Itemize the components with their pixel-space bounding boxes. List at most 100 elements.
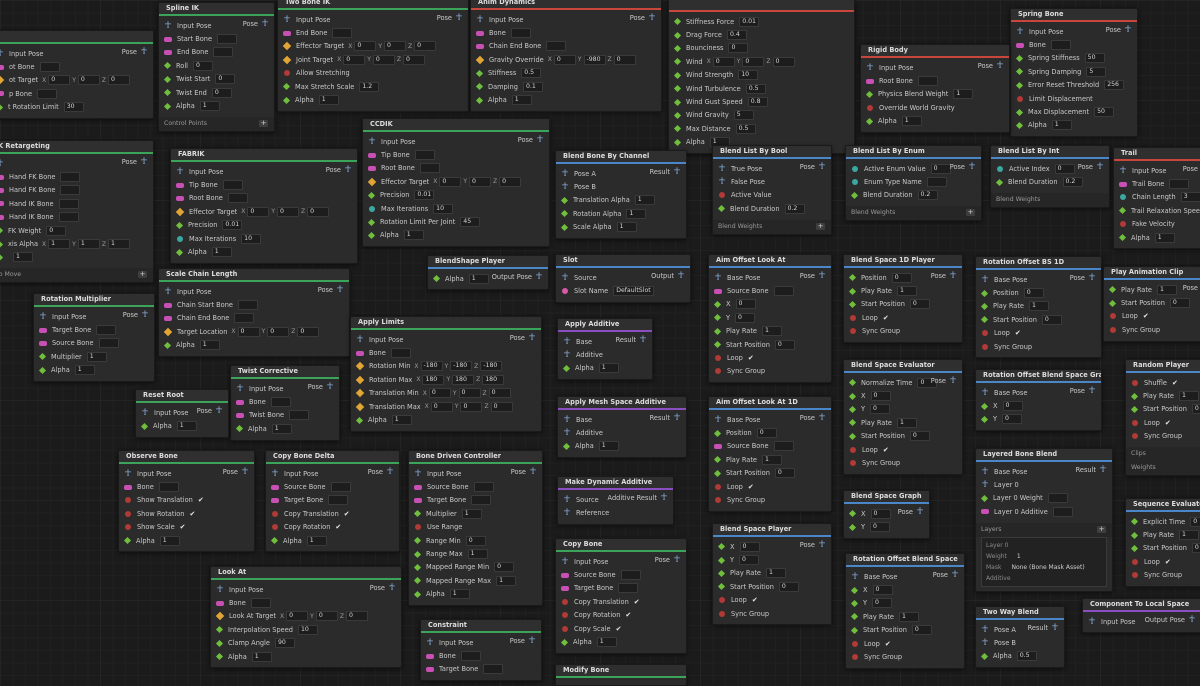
input-pin-row[interactable]: Play Rate 1 <box>709 325 831 338</box>
bool-pin-icon[interactable] <box>1110 313 1116 320</box>
pose-pin-icon[interactable]: ☥ <box>236 384 244 393</box>
bone-field[interactable] <box>419 163 440 174</box>
output-pin[interactable]: Pose☥ <box>437 14 463 23</box>
bone-pin-icon[interactable] <box>0 64 4 70</box>
pose-pin-icon[interactable]: ☥ <box>356 335 364 344</box>
input-pin-row[interactable]: Bone <box>231 395 339 408</box>
float-pin-icon[interactable] <box>848 300 857 309</box>
input-pin-row[interactable]: Translation Min X 0 Y 0 Z 0 <box>351 387 541 400</box>
number-field[interactable]: 0 <box>499 176 522 187</box>
checkbox-checked-icon[interactable]: ✔ <box>1165 419 1171 427</box>
input-pin-row[interactable]: Show Scale ✔ <box>119 521 254 534</box>
layer-value[interactable]: 1 <box>1017 551 1021 562</box>
float-pin-icon[interactable] <box>1015 54 1024 63</box>
checkbox-checked-icon[interactable]: ✔ <box>634 598 640 606</box>
float-pin-icon[interactable] <box>980 289 989 297</box>
input-pin-row[interactable]: Start Position 0 <box>844 298 962 311</box>
input-pin-row[interactable]: Trail Bone <box>1114 177 1200 190</box>
pose-pin-icon[interactable]: ☥ <box>124 469 132 478</box>
value-field[interactable]: 0 <box>911 625 932 636</box>
node-title[interactable]: Rotation Offset Blend Space <box>846 554 964 567</box>
node-title[interactable]: Component To Local Space <box>1083 599 1200 612</box>
bool-pin-icon[interactable] <box>867 104 873 111</box>
input-pin-row[interactable]: Sync Group <box>709 365 831 378</box>
input-pin-row[interactable]: Bounciness 0 <box>669 42 854 55</box>
pose-pin-icon[interactable]: ☥ <box>561 183 569 192</box>
input-pin-row[interactable]: FK Weight 0 <box>0 224 153 237</box>
value-field[interactable]: 0.5 <box>1016 651 1037 662</box>
number-field[interactable]: 0 <box>108 75 131 86</box>
pose-pin-icon[interactable]: ☥ <box>563 415 571 424</box>
number-field[interactable]: 0 <box>613 54 636 65</box>
value-field[interactable]: 0 <box>870 522 891 533</box>
input-pin-row[interactable]: Position 0 <box>976 286 1101 299</box>
float-pin-icon[interactable] <box>38 353 47 361</box>
pose-pin-icon[interactable]: ☥ <box>648 14 656 23</box>
int-pin-icon[interactable] <box>997 165 1003 172</box>
input-pin-row[interactable]: Start Position 0 <box>1104 296 1200 309</box>
input-pin-row[interactable]: Max Distance 0.5 <box>669 122 854 135</box>
input-pin-row[interactable]: Y0 <box>846 597 964 610</box>
input-pin-row[interactable]: Target Bone <box>556 582 686 595</box>
pose-pin-icon[interactable]: ☥ <box>818 541 826 550</box>
bone-field[interactable] <box>618 583 639 594</box>
bone-pin-icon[interactable] <box>271 497 279 503</box>
input-pin-row[interactable]: Sync Group <box>1104 323 1200 336</box>
pose-pin-icon[interactable]: ☥ <box>164 287 172 296</box>
vector-pin-icon[interactable] <box>215 612 225 621</box>
graph-node[interactable]: Observe Bone Pose ☥ ☥ Input Pose Bone Show Tra… <box>118 450 255 553</box>
number-field[interactable]: 0 <box>772 56 795 67</box>
bone-field[interactable] <box>58 212 79 223</box>
number-field[interactable]: 1 <box>48 239 71 250</box>
graph-node[interactable]: Slot Output ☥ ☥ Source Slot Name DefaultSlot <box>555 254 691 303</box>
input-pin-row[interactable]: Play Rate 1 <box>844 284 962 297</box>
input-pin-row[interactable]: Position 0 <box>709 426 831 439</box>
bool-pin-icon[interactable] <box>850 314 856 321</box>
bone-pin-icon[interactable] <box>561 585 569 591</box>
output-pin[interactable]: Pose☥ <box>931 272 957 281</box>
node-title[interactable]: Twist Corrective <box>231 366 339 379</box>
value-field[interactable]: 1 <box>896 286 917 297</box>
output-pin[interactable]: Pose☥ <box>1078 163 1104 172</box>
node-title[interactable]: Rotation Offset Blend Space Graph <box>976 370 1101 383</box>
checkbox-checked-icon[interactable]: ✔ <box>1143 312 1149 320</box>
input-pin-row[interactable]: Blend Duration 0.2 <box>846 189 981 202</box>
value-field[interactable]: 1 <box>1156 284 1177 295</box>
value-field[interactable]: 5 <box>1086 66 1107 77</box>
vector-field[interactable]: X0Y0Z0 <box>348 41 437 52</box>
node-title[interactable]: Two Bone IK <box>278 0 468 10</box>
bone-field[interactable] <box>483 664 504 675</box>
input-pin-row[interactable]: Stiffness Force 0.01 <box>669 15 854 28</box>
float-pin-icon[interactable] <box>1118 207 1127 215</box>
float-pin-icon[interactable] <box>215 653 224 661</box>
bool-pin-icon[interactable] <box>272 510 278 517</box>
number-field[interactable]: 0 <box>553 54 576 65</box>
input-pin-row[interactable]: Play Rate 1 <box>709 453 831 466</box>
float-pin-icon[interactable] <box>413 550 422 558</box>
value-field[interactable]: 0 <box>465 535 486 546</box>
float-pin-icon[interactable] <box>367 191 376 199</box>
input-pin-row[interactable]: Bone <box>119 480 254 493</box>
checkbox-checked-icon[interactable]: ✔ <box>883 314 889 322</box>
node-title[interactable]: K Retargeting <box>0 141 153 154</box>
pose-pin-icon[interactable]: ☥ <box>1099 466 1107 475</box>
input-pin-row[interactable]: Copy Rotation ✔ <box>266 521 399 534</box>
output-pin[interactable]: Pose☥ <box>122 158 148 167</box>
float-pin-icon[interactable] <box>175 248 184 256</box>
input-pin-row[interactable]: Alpha 1 <box>159 339 349 352</box>
float-pin-icon[interactable] <box>980 316 989 324</box>
pose-pin-icon[interactable]: ☥ <box>215 407 223 416</box>
bone-pin-icon[interactable] <box>176 195 184 201</box>
value-field[interactable]: 1 <box>306 535 327 546</box>
bone-field[interactable] <box>473 482 494 493</box>
bone-pin-icon[interactable] <box>368 165 376 171</box>
pose-pin-icon[interactable]: ☥ <box>528 637 536 646</box>
node-title[interactable]: Rigid Body <box>861 45 1009 58</box>
vector-field[interactable]: X0Y0Z0 <box>241 206 330 217</box>
pose-pin-icon[interactable]: ☥ <box>818 163 826 172</box>
graph-node[interactable]: Reset Root Pose ☥ ☥ Input Pose Alpha 1 <box>135 389 229 438</box>
input-pin-row[interactable]: Alpha 1 <box>861 115 1009 128</box>
bone-field[interactable] <box>332 28 353 39</box>
float-pin-icon[interactable] <box>980 652 989 661</box>
value-field[interactable]: 1 <box>159 535 180 546</box>
